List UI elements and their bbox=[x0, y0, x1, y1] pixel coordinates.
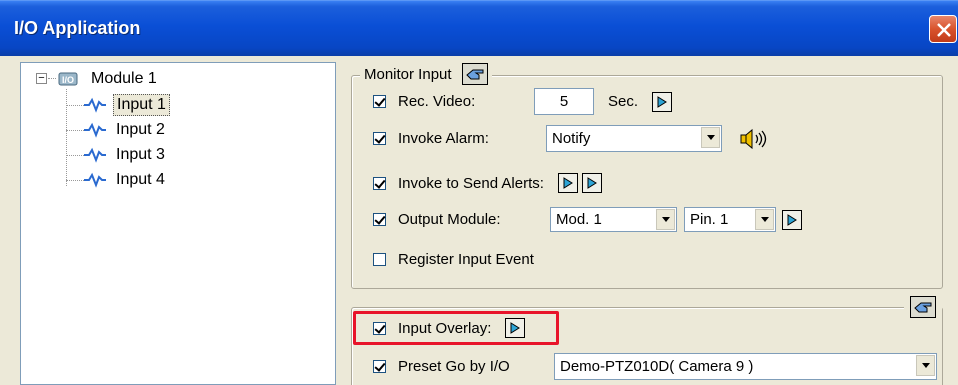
preset-go-label: Preset Go by I/O bbox=[398, 358, 510, 375]
collapse-toggle[interactable]: − bbox=[36, 73, 47, 84]
tree-item-label: Input 1 bbox=[113, 94, 170, 116]
module-tree[interactable]: − I/O Module 1 Input 1 Input 2 Input 3 I… bbox=[20, 62, 336, 385]
hand-pointer-button[interactable] bbox=[461, 63, 488, 85]
invoke-alarm-checkbox[interactable] bbox=[373, 132, 386, 145]
register-event-label: Register Input Event bbox=[398, 250, 534, 268]
chevron-down-icon bbox=[755, 209, 774, 230]
title-bar: I/O Application bbox=[0, 0, 958, 56]
tree-item-label: Input 2 bbox=[116, 121, 165, 138]
output-module-value: Mod. 1 bbox=[556, 211, 602, 228]
rec-video-seconds-input[interactable]: 5 bbox=[534, 88, 594, 115]
invoke-alerts-label: Invoke to Send Alerts: bbox=[398, 174, 544, 192]
chevron-down-icon bbox=[916, 355, 935, 376]
signal-icon bbox=[83, 147, 107, 163]
close-icon bbox=[937, 23, 951, 37]
invoke-alerts-play-button-2[interactable] bbox=[581, 173, 602, 193]
invoke-alerts-checkbox[interactable] bbox=[373, 176, 386, 190]
tree-item-input-1[interactable]: Input 1 bbox=[83, 94, 170, 116]
output-module-checkbox[interactable] bbox=[373, 213, 386, 226]
play-icon bbox=[787, 213, 797, 226]
invoke-alerts-play-button-1[interactable] bbox=[557, 173, 578, 193]
rec-video-row: Rec. Video: 5 Sec. bbox=[373, 88, 673, 115]
invoke-alarm-value: Notify bbox=[552, 130, 591, 147]
invoke-alerts-row: Invoke to Send Alerts: bbox=[373, 172, 602, 194]
tree-item-label: Input 3 bbox=[116, 146, 165, 163]
signal-icon bbox=[83, 172, 107, 188]
hand-pointer-icon bbox=[461, 63, 488, 85]
play-icon bbox=[657, 95, 667, 108]
register-event-checkbox[interactable] bbox=[373, 252, 386, 266]
invoke-alarm-row: Invoke Alarm: Notify bbox=[373, 125, 772, 152]
rec-video-label: Rec. Video: bbox=[398, 93, 476, 110]
output-pin-value: Pin. 1 bbox=[690, 211, 729, 228]
rec-video-unit: Sec. bbox=[608, 93, 639, 110]
output-pin-select[interactable]: Pin. 1 bbox=[684, 207, 776, 232]
tree-root-label: Module 1 bbox=[91, 70, 157, 87]
tree-item-input-2[interactable]: Input 2 bbox=[83, 119, 168, 141]
output-module-row: Output Module: Mod. 1 Pin. 1 bbox=[373, 206, 802, 233]
output-module-play-button[interactable] bbox=[782, 209, 802, 230]
window-title: I/O Application bbox=[14, 18, 141, 38]
rec-video-checkbox[interactable] bbox=[373, 95, 386, 108]
rec-video-play-button[interactable] bbox=[652, 91, 673, 112]
hand-pointer-icon bbox=[910, 296, 936, 318]
play-icon bbox=[587, 177, 597, 189]
tree-item-input-4[interactable]: Input 4 bbox=[83, 169, 168, 191]
tree-item-input-3[interactable]: Input 3 bbox=[83, 144, 168, 166]
highlight-box bbox=[353, 311, 559, 345]
output-module-select[interactable]: Mod. 1 bbox=[550, 207, 677, 232]
chevron-down-icon bbox=[701, 127, 720, 148]
io-module-icon: I/O bbox=[58, 71, 80, 87]
play-icon bbox=[563, 177, 573, 189]
preset-go-checkbox[interactable] bbox=[373, 360, 386, 373]
register-event-row: Register Input Event bbox=[373, 248, 534, 270]
invoke-alarm-select[interactable]: Notify bbox=[546, 125, 722, 152]
signal-icon bbox=[83, 122, 107, 138]
monitor-input-title: Monitor Input bbox=[364, 65, 452, 83]
svg-text:I/O: I/O bbox=[62, 75, 74, 85]
invoke-alarm-label: Invoke Alarm: bbox=[398, 130, 489, 147]
chevron-down-icon bbox=[656, 209, 675, 230]
close-button[interactable] bbox=[929, 15, 957, 43]
tree-root-module[interactable]: I/O Module 1 bbox=[58, 68, 160, 90]
speaker-button[interactable] bbox=[740, 128, 772, 150]
signal-icon bbox=[83, 97, 107, 113]
overlay-header bbox=[904, 294, 942, 320]
preset-go-row: Preset Go by I/O Demo-PTZ010D( Camera 9 … bbox=[373, 353, 937, 380]
tree-item-label: Input 4 bbox=[116, 171, 165, 188]
monitor-input-header: Monitor Input bbox=[360, 61, 492, 87]
preset-go-select[interactable]: Demo-PTZ010D( Camera 9 ) bbox=[554, 353, 937, 380]
output-module-label: Output Module: bbox=[398, 211, 501, 228]
overlay-hand-pointer-button[interactable] bbox=[910, 296, 936, 318]
preset-go-value: Demo-PTZ010D( Camera 9 ) bbox=[560, 358, 754, 375]
speaker-icon bbox=[740, 128, 767, 149]
